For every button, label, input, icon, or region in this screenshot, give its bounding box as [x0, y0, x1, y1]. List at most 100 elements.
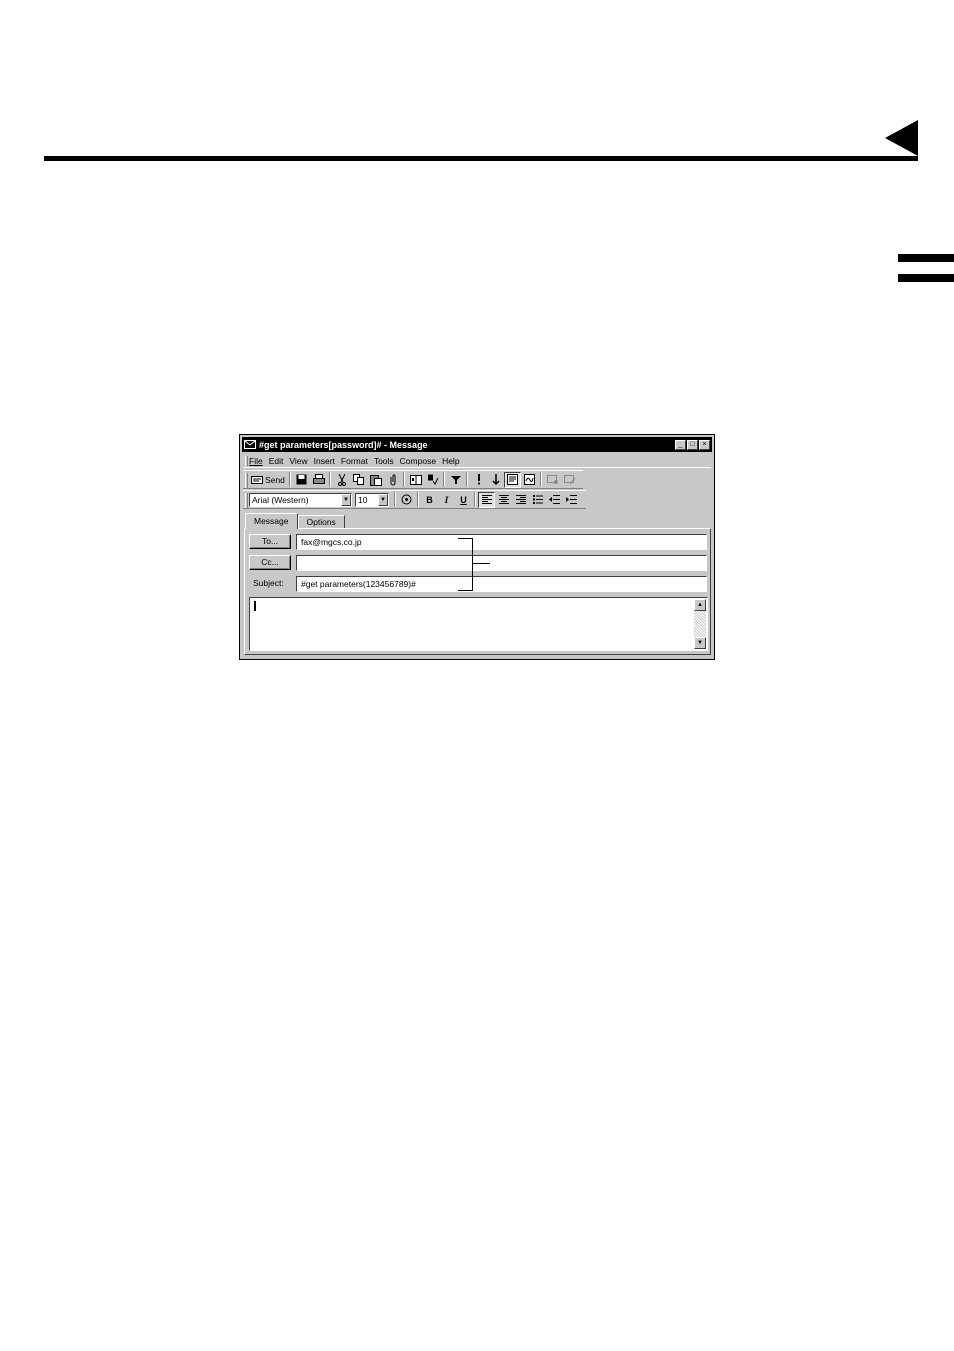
message-window: #get parameters[password]# - Message _ □…: [239, 434, 715, 660]
outdent-icon: [549, 495, 560, 504]
menu-view[interactable]: View: [289, 456, 307, 466]
message-panel: To... fax@mgcs.co.jp Cc... Subject: #get…: [244, 528, 711, 655]
font-size-value: 10: [358, 494, 368, 505]
toolbar-separator: [329, 472, 331, 487]
align-left-button[interactable]: [478, 491, 495, 508]
section-marker-top: [898, 254, 954, 262]
page-header-rule: [44, 156, 918, 161]
maximize-icon: □: [690, 440, 695, 448]
properties-button[interactable]: [504, 471, 521, 488]
scroll-up-icon[interactable]: ▲: [694, 599, 706, 611]
signature-icon: [524, 474, 535, 485]
low-importance-button[interactable]: [487, 472, 504, 488]
annotation-bracket: [458, 538, 473, 591]
save-icon: [296, 474, 307, 485]
bold-button[interactable]: B: [421, 492, 438, 508]
standard-toolbar: Send: [243, 470, 583, 489]
toolbar-grip[interactable]: [245, 473, 248, 488]
check-names-icon: [427, 474, 438, 485]
align-center-button[interactable]: [495, 492, 512, 508]
window-title: #get parameters[password]# - Message: [259, 439, 428, 450]
high-importance-button[interactable]: [470, 472, 487, 488]
font-size-select[interactable]: 10 ▼: [355, 492, 389, 507]
align-right-icon: [515, 495, 526, 504]
attach-button[interactable]: [384, 472, 401, 488]
menu-file[interactable]: File: [249, 456, 263, 466]
title-bar[interactable]: #get parameters[password]# - Message _ □…: [242, 437, 712, 452]
chevron-down-icon[interactable]: ▼: [341, 493, 351, 506]
increase-indent-button[interactable]: [563, 492, 580, 508]
maximize-button[interactable]: □: [687, 439, 698, 450]
tab-options[interactable]: Options: [297, 515, 345, 529]
tab-message[interactable]: Message: [245, 513, 298, 529]
copy-button[interactable]: [350, 472, 367, 488]
encrypt-icon: [546, 474, 558, 484]
section-marker-bottom: [898, 274, 954, 282]
envelope-icon: [244, 440, 256, 449]
message-body[interactable]: ▲ ▼: [249, 597, 708, 651]
menu-file-label: File: [249, 455, 263, 466]
signature-button[interactable]: [521, 472, 538, 488]
menu-edit[interactable]: Edit: [269, 456, 284, 466]
font-select[interactable]: Arial (Western) ▼: [249, 492, 352, 507]
address-book-icon: [409, 474, 422, 485]
check-names-button[interactable]: [424, 472, 441, 488]
to-field[interactable]: fax@mgcs.co.jp: [296, 534, 707, 550]
send-label: Send: [265, 474, 285, 485]
print-button[interactable]: [310, 472, 327, 488]
cut-button[interactable]: [333, 472, 350, 488]
toolbar-separator: [394, 492, 396, 507]
scroll-down-icon[interactable]: ▼: [694, 637, 706, 649]
bullet-list-icon: [532, 495, 543, 504]
page-back-arrow: [885, 120, 918, 156]
digital-sign-button[interactable]: [561, 472, 578, 488]
font-value: Arial (Western): [252, 494, 309, 505]
filter-button[interactable]: [447, 472, 464, 488]
to-button[interactable]: To...: [249, 534, 291, 549]
minimize-button[interactable]: _: [675, 439, 686, 450]
send-button[interactable]: Send: [249, 472, 287, 488]
encrypt-button[interactable]: [544, 472, 561, 488]
save-button[interactable]: [293, 472, 310, 488]
align-right-button[interactable]: [512, 492, 529, 508]
filter-icon: [450, 475, 461, 484]
menu-compose[interactable]: Compose: [400, 456, 436, 466]
menu-help[interactable]: Help: [442, 456, 459, 466]
cc-button[interactable]: Cc...: [249, 555, 291, 570]
toolbar-separator: [474, 492, 476, 507]
high-importance-icon: [477, 474, 480, 485]
toolbar-separator: [540, 472, 542, 487]
decrease-indent-button[interactable]: [546, 492, 563, 508]
toolbar-separator: [443, 472, 445, 487]
menu-format-label: Format: [340, 455, 368, 466]
align-left-icon: [481, 495, 492, 504]
print-icon: [312, 474, 325, 484]
address-book-button[interactable]: [407, 472, 424, 488]
indent-icon: [566, 495, 577, 504]
menu-help-label: Help: [442, 455, 460, 466]
minimize-icon: _: [678, 440, 683, 448]
chevron-down-icon[interactable]: ▼: [378, 493, 388, 506]
toolbar-separator: [417, 492, 419, 507]
subject-field[interactable]: #get parameters(123456789)#: [296, 576, 707, 592]
menu-insert[interactable]: Insert: [314, 456, 335, 466]
underline-button[interactable]: U: [455, 492, 472, 508]
menu-tools[interactable]: Tools: [374, 456, 394, 466]
cc-field[interactable]: [296, 555, 707, 571]
close-icon: ×: [702, 440, 707, 448]
paste-button[interactable]: [367, 472, 384, 488]
toolbar-grip[interactable]: [245, 493, 248, 508]
menu-format[interactable]: Format: [341, 456, 368, 466]
underline-icon: U: [460, 494, 467, 505]
paste-icon: [369, 474, 382, 486]
font-color-button[interactable]: [398, 492, 415, 508]
italic-icon: I: [444, 494, 449, 505]
low-importance-icon: [491, 474, 500, 485]
menu-grip[interactable]: [245, 456, 248, 466]
send-icon: [251, 475, 264, 484]
close-button[interactable]: ×: [699, 439, 710, 450]
italic-button[interactable]: I: [438, 492, 455, 508]
vertical-scrollbar[interactable]: ▲ ▼: [694, 599, 706, 649]
bullets-button[interactable]: [529, 492, 546, 508]
align-center-icon: [498, 495, 509, 504]
